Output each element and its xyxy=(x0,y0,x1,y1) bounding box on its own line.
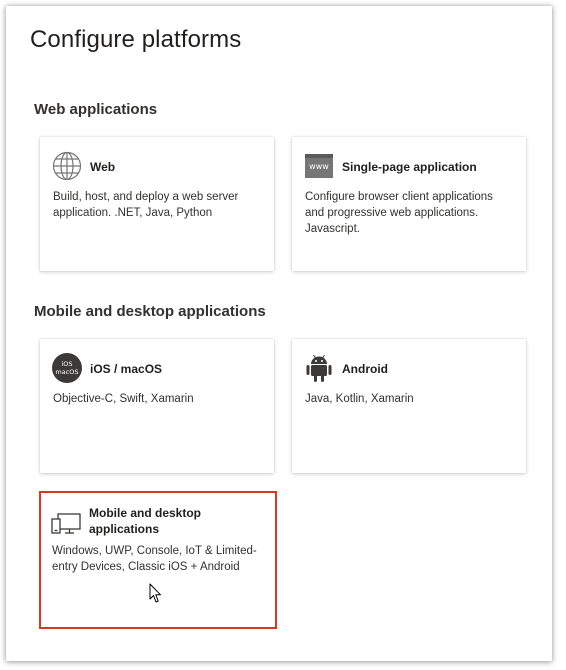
page-title: Configure platforms xyxy=(30,26,242,53)
platform-card-spa[interactable]: www Single-page application Configure br… xyxy=(292,137,526,271)
platform-card-android[interactable]: Android Java, Kotlin, Xamarin xyxy=(292,339,526,473)
platform-card-mobile-desktop-description: Windows, UWP, Console, IoT & Limited-ent… xyxy=(52,545,257,573)
platform-card-mobile-desktop[interactable]: Mobile and desktop applications Windows,… xyxy=(39,491,277,629)
browser-window-icon: www xyxy=(304,151,334,181)
section-title-mobile-desktop: Mobile and desktop applications xyxy=(34,303,266,320)
ios-icon-text: iOS xyxy=(61,360,72,368)
platform-card-web-title: Web xyxy=(90,160,116,174)
platform-card-web-description: Build, host, and deploy a web server app… xyxy=(53,191,239,219)
platform-card-web[interactable]: Web Build, host, and deploy a web server… xyxy=(40,137,274,271)
globe-icon xyxy=(52,151,82,181)
platform-card-ios-macos-title: iOS / macOS xyxy=(90,362,163,376)
platform-card-android-title: Android xyxy=(342,362,388,376)
android-icon xyxy=(304,353,334,383)
platform-card-ios-macos-description: Objective-C, Swift, Xamarin xyxy=(53,393,194,405)
desktop-mobile-icon xyxy=(51,509,81,539)
section-title-web: Web applications xyxy=(34,101,158,118)
platform-card-android-description: Java, Kotlin, Xamarin xyxy=(305,393,414,405)
platform-card-ios-macos[interactable]: iOS macOS iOS / macOS Objective-C, Swift… xyxy=(40,339,274,473)
ios-macos-icon: iOS macOS xyxy=(52,353,82,383)
platform-card-spa-description: Configure browser client applications an… xyxy=(305,191,493,235)
platform-card-mobile-desktop-title: Mobile and desktop applications xyxy=(89,506,202,536)
mouse-pointer-icon xyxy=(149,583,161,603)
configure-platforms-panel: Configure platforms Web applications Web… xyxy=(6,6,552,661)
browser-window-icon-text: www xyxy=(309,162,329,171)
platform-card-spa-title: Single-page application xyxy=(342,160,477,174)
macos-icon-text: macOS xyxy=(55,368,78,376)
